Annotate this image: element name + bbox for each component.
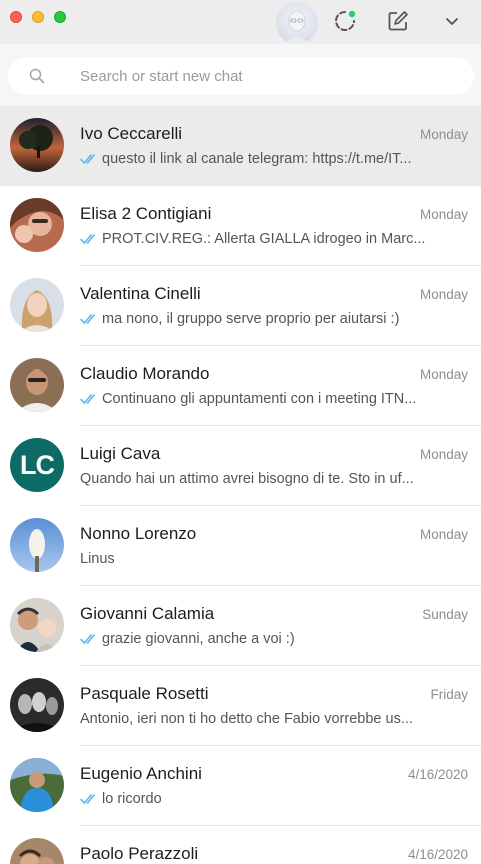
double-check-icon [80,634,95,644]
chat-item-luigi-cava[interactable]: LC Luigi Cava Monday Quando hai un attim… [0,426,481,506]
chat-name: Claudio Morando [80,364,210,383]
chat-item-claudio-morando[interactable]: Claudio Morando Monday Continuano gli ap… [0,346,481,426]
avatar [10,358,64,412]
profile-avatar[interactable] [276,2,318,44]
status-icon[interactable] [330,6,360,36]
double-check-icon [80,154,95,164]
chat-time: Friday [430,687,468,702]
chat-preview: grazie giovanni, anche a voi :) [80,631,468,647]
chat-item-nonno-lorenzo[interactable]: Nonno Lorenzo Monday Linus [0,506,481,586]
chat-preview: Linus [80,551,468,567]
double-check-icon [80,314,95,324]
chat-preview: Antonio, ieri non ti ho detto che Fabio … [80,711,468,727]
zoom-window-button[interactable] [54,11,66,23]
chat-preview-text: PROT.CIV.REG.: Allerta GIALLA idrogeo in… [102,231,426,247]
search-bar [0,44,481,106]
chat-name: Valentina Cinelli [80,284,201,303]
avatar [10,518,64,572]
chat-preview: Quando hai un attimo avrei bisogno di te… [80,471,468,487]
double-check-icon [80,394,95,404]
new-chat-icon[interactable] [383,6,413,36]
chat-list: Ivo Ceccarelli Monday questo il link al … [0,106,481,864]
chat-name: Giovanni Calamia [80,604,215,623]
chat-name: Luigi Cava [80,444,161,463]
profile-avatar-image [285,10,309,44]
chat-preview-text: grazie giovanni, anche a voi :) [102,631,295,647]
chat-name: Nonno Lorenzo [80,524,197,543]
avatar-initials: LC [10,438,64,492]
chat-preview: PROT.CIV.REG.: Allerta GIALLA idrogeo in… [80,231,468,247]
avatar: LC [10,438,64,492]
chat-time: Monday [419,367,468,382]
chat-preview: lo ricordo [80,791,468,807]
chat-preview: Continuano gli appuntamenti con i meetin… [80,391,468,407]
avatar [10,758,64,812]
double-check-icon [80,234,95,244]
avatar [10,598,64,652]
chat-time: Monday [419,447,468,462]
chat-item-ivo-ceccarelli[interactable]: Ivo Ceccarelli Monday questo il link al … [0,106,481,186]
double-check-icon [80,794,95,804]
chat-preview-text: ma nono, il gruppo serve proprio per aiu… [102,311,400,327]
chat-item-valentina-cinelli[interactable]: Valentina Cinelli Monday ma nono, il gru… [0,266,481,346]
chat-item-eugenio-anchini[interactable]: Eugenio Anchini 4/16/2020 lo ricordo [0,746,481,826]
chat-item-pasquale-rosetti[interactable]: Pasquale Rosetti Friday Antonio, ieri no… [0,666,481,746]
chat-name: Ivo Ceccarelli [80,124,183,143]
chat-item-giovanni-calamia[interactable]: Giovanni Calamia Sunday grazie giovanni,… [0,586,481,666]
chat-time: Monday [419,287,468,302]
chat-name: Eugenio Anchini [80,764,202,783]
avatar [10,198,64,252]
chat-preview-text: questo il link al canale telegram: https… [102,151,412,167]
chat-time: Monday [419,527,468,542]
chat-preview-text: Continuano gli appuntamenti con i meetin… [102,391,417,407]
chat-time: Monday [419,207,468,222]
chat-preview: questo il link al canale telegram: https… [80,151,468,167]
chat-name: Paolo Perazzoli [80,844,199,863]
avatar [10,278,64,332]
chat-item-paolo-perazzoli[interactable]: Paolo Perazzoli 4/16/2020 [0,826,481,864]
chat-time: 4/16/2020 [407,847,468,862]
chat-preview-text: Linus [80,551,115,567]
chat-preview-text: Quando hai un attimo avrei bisogno di te… [80,471,414,487]
avatar [10,678,64,732]
close-window-button[interactable] [10,11,22,23]
chat-item-elisa-2-contigiani[interactable]: Elisa 2 Contigiani Monday PROT.CIV.REG.:… [0,186,481,266]
chat-time: Sunday [422,607,468,622]
search-input[interactable] [80,57,460,95]
chat-time: 4/16/2020 [407,767,468,782]
chat-name: Elisa 2 Contigiani [80,204,212,223]
search-icon [29,68,45,84]
chat-time: Monday [419,127,468,142]
chat-preview-text: Antonio, ieri non ti ho detto che Fabio … [80,711,413,727]
chat-preview-text: lo ricordo [102,791,162,807]
chevron-down-icon[interactable] [437,6,467,36]
chat-name: Pasquale Rosetti [80,684,209,703]
avatar [10,118,64,172]
search-box[interactable] [8,57,474,95]
minimize-window-button[interactable] [32,11,44,23]
avatar [10,838,64,864]
chat-preview: ma nono, il gruppo serve proprio per aiu… [80,311,468,327]
title-bar [0,0,481,44]
